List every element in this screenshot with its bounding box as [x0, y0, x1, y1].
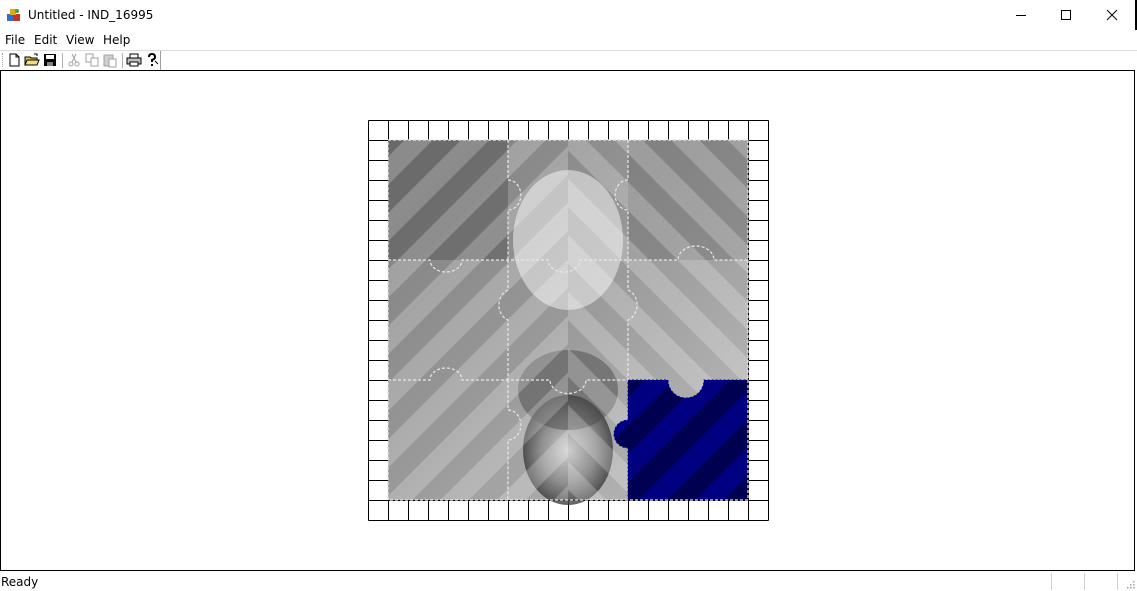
maximize-button[interactable] — [1043, 0, 1089, 30]
toolbar — [0, 51, 1137, 70]
open-folder-icon[interactable] — [24, 52, 40, 68]
menu-view[interactable]: View — [64, 32, 96, 48]
minimize-button[interactable] — [998, 0, 1044, 30]
save-icon[interactable] — [42, 52, 58, 68]
menu-file[interactable]: File — [3, 32, 27, 48]
status-pane — [1051, 573, 1084, 590]
resize-grip-icon[interactable] — [1125, 579, 1135, 589]
help-icon[interactable] — [144, 52, 160, 68]
title-bar[interactable]: Untitled - IND_16995 — [0, 0, 1137, 30]
toolbar-grip[interactable] — [2, 53, 5, 67]
new-file-icon[interactable] — [6, 52, 22, 68]
copy-icon[interactable] — [84, 52, 100, 68]
close-button[interactable] — [1089, 0, 1135, 30]
status-pane — [1117, 573, 1119, 590]
cut-icon[interactable] — [66, 52, 82, 68]
toolbar-separator — [122, 53, 123, 68]
toolbar-end — [160, 51, 161, 70]
menu-bar: File Edit View Help — [0, 30, 1137, 51]
menu-help[interactable]: Help — [101, 32, 132, 48]
paste-icon[interactable] — [102, 52, 118, 68]
status-bar: Ready — [0, 572, 1137, 591]
menu-edit[interactable]: Edit — [32, 32, 59, 48]
status-pane — [1084, 573, 1117, 590]
toolbar-separator — [62, 53, 63, 68]
app-icon — [7, 9, 20, 21]
maximize-icon — [1061, 10, 1071, 20]
puzzle-board[interactable] — [368, 120, 769, 521]
window-title: Untitled - IND_16995 — [28, 8, 154, 22]
empty-piece-slot[interactable] — [613, 379, 749, 501]
status-text: Ready — [1, 575, 39, 589]
minimize-icon — [1016, 15, 1026, 16]
close-icon — [1106, 9, 1118, 21]
print-icon[interactable] — [126, 52, 142, 68]
